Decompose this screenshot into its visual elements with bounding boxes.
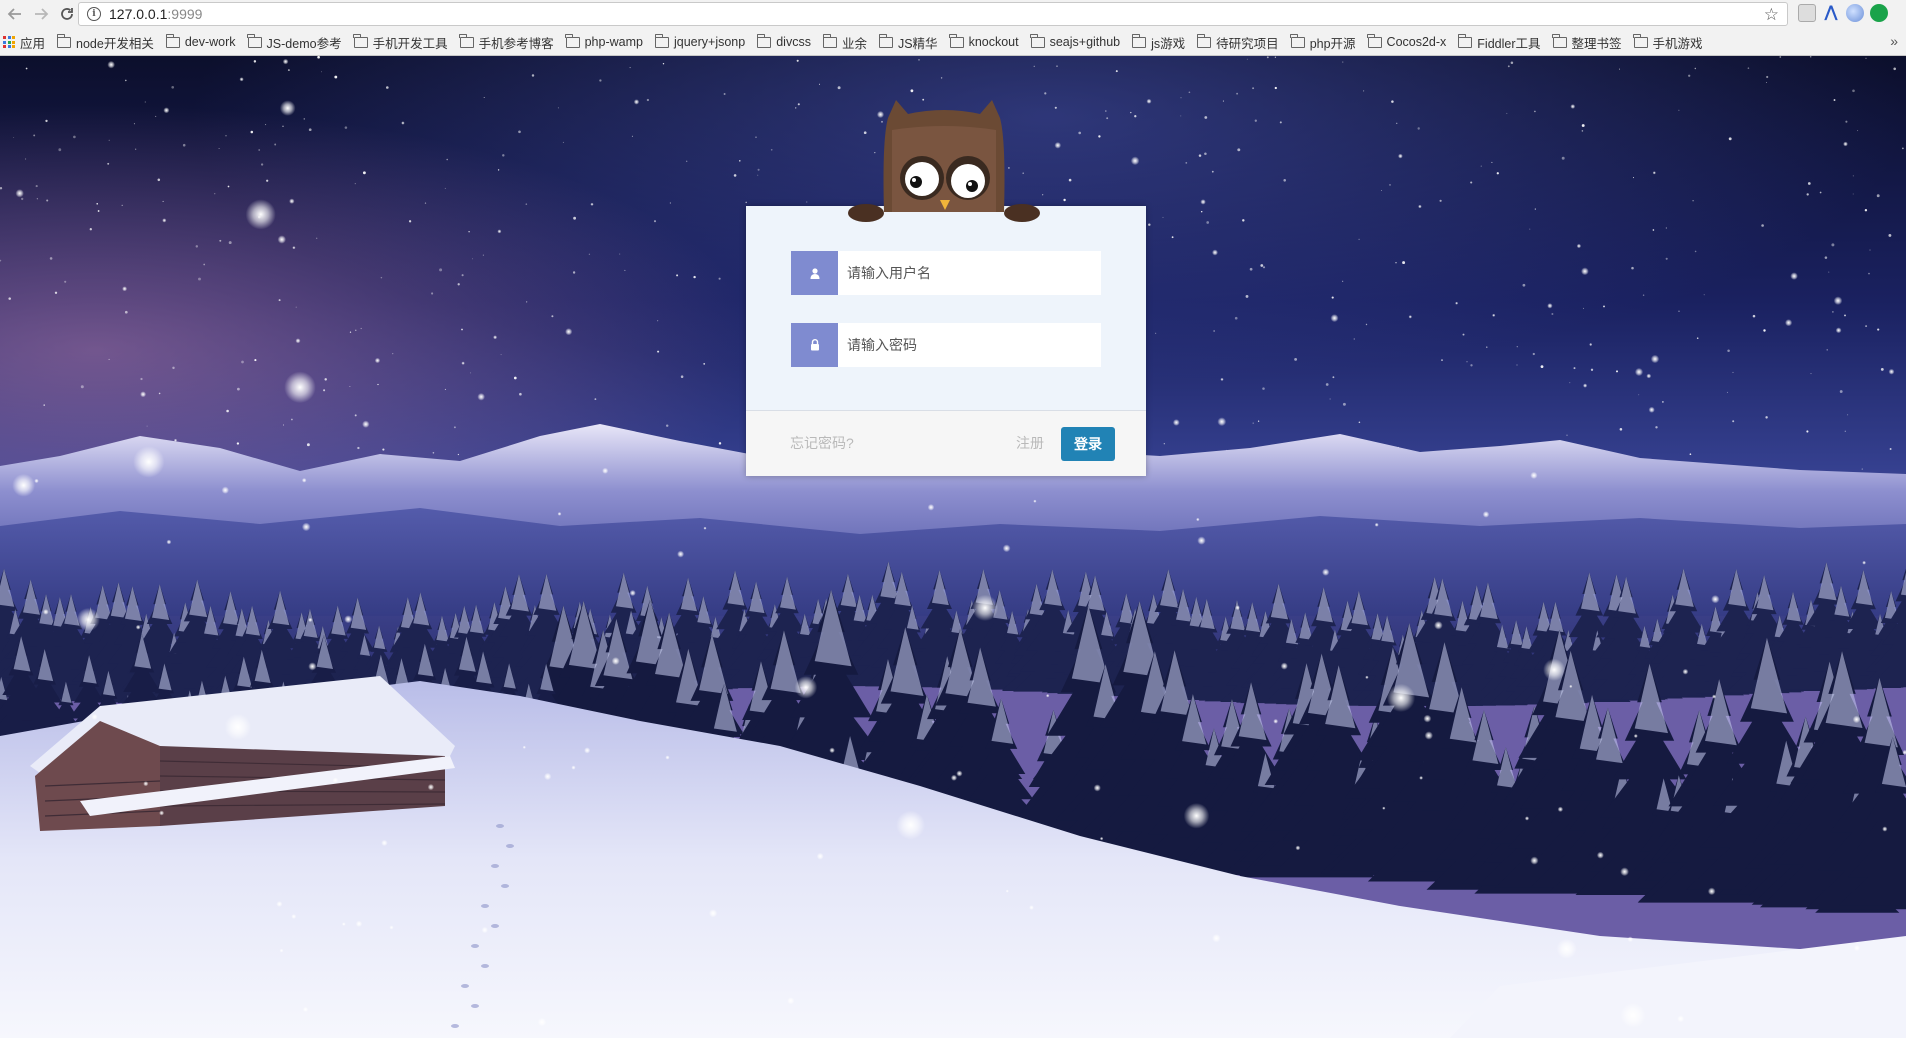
- url-port: :9999: [167, 6, 203, 22]
- folder-icon: [1131, 33, 1147, 48]
- bookmark-folder-16[interactable]: Fiddler工具: [1457, 33, 1541, 52]
- extension-page-icon[interactable]: [1798, 4, 1816, 22]
- bookmark-folder-18[interactable]: 手机游戏: [1633, 33, 1703, 52]
- browser-toolbar: i 127.0.0.1:9999 ☆ ⋀: [0, 0, 1906, 28]
- bookmarks-overflow-icon[interactable]: »: [1890, 33, 1898, 49]
- folder-icon: [1367, 33, 1382, 48]
- info-icon[interactable]: i: [87, 7, 101, 21]
- bookmark-label: JS精华: [897, 36, 938, 51]
- username-input[interactable]: [838, 251, 1101, 295]
- extension-green-icon[interactable]: [1870, 4, 1888, 22]
- apps-grid-icon: [3, 36, 15, 48]
- bookmark-folder-11[interactable]: seajs+github: [1030, 33, 1121, 52]
- folder-icon: [1290, 33, 1305, 48]
- folder-icon: [1633, 33, 1648, 48]
- lock-icon: [791, 323, 838, 367]
- bookmark-label: seajs+github: [1049, 35, 1121, 49]
- extension-lambda-icon[interactable]: ⋀: [1822, 4, 1840, 22]
- bookmark-folder-0[interactable]: node开发相关: [56, 33, 154, 52]
- bookmark-label: php开源: [1309, 36, 1356, 51]
- bookmark-label: 应用: [20, 36, 46, 51]
- folder-icon: [459, 33, 474, 48]
- folder-icon: [1552, 33, 1567, 48]
- bookmark-label: JS-demo参考: [266, 36, 342, 51]
- url-host: 127.0.0.1: [109, 6, 168, 22]
- extension-icons: ⋀: [1798, 4, 1888, 22]
- folder-icon: [654, 33, 669, 48]
- bookmark-label: node开发相关: [76, 36, 154, 51]
- bookmark-label: knockout: [968, 35, 1019, 49]
- bookmark-folder-10[interactable]: knockout: [949, 33, 1019, 52]
- bookmark-label: Cocos2d-x: [1386, 35, 1447, 49]
- bookmark-folder-9[interactable]: JS精华: [878, 33, 938, 52]
- bookmark-label: php-wamp: [584, 35, 643, 49]
- bookmark-folder-2[interactable]: JS-demo参考: [247, 33, 342, 52]
- bookmark-label: Fiddler工具: [1477, 36, 1541, 51]
- user-icon: [791, 251, 838, 295]
- bookmark-folder-3[interactable]: 手机开发工具: [353, 33, 448, 52]
- owl-mascot-icon: [848, 100, 1040, 222]
- url-text[interactable]: 127.0.0.1:9999: [109, 6, 202, 22]
- bookmark-label: 手机开发工具: [372, 36, 448, 51]
- bookmark-folder-13[interactable]: 待研究项目: [1196, 33, 1279, 52]
- password-input[interactable]: [838, 323, 1101, 367]
- bookmark-folder-1[interactable]: dev-work: [165, 33, 236, 52]
- bookmark-label: js游戏: [1151, 36, 1186, 51]
- login-footer: 忘记密码? 注册 登录: [746, 410, 1146, 476]
- bookmark-folder-6[interactable]: jquery+jsonp: [654, 33, 746, 52]
- bookmark-label: 业余: [841, 36, 867, 51]
- password-field: [791, 323, 1101, 367]
- folder-icon: [1030, 33, 1045, 48]
- folder-icon: [1196, 33, 1212, 48]
- address-bar[interactable]: i 127.0.0.1:9999 ☆: [78, 2, 1788, 26]
- bookmark-label: 整理书签: [1571, 36, 1622, 51]
- bookmark-label: dev-work: [184, 35, 236, 49]
- bookmark-folder-12[interactable]: js游戏: [1131, 33, 1186, 52]
- bookmark-label: jquery+jsonp: [673, 35, 746, 49]
- folder-icon: [822, 33, 837, 48]
- bookmark-apps[interactable]: 应用: [0, 33, 45, 52]
- bookmark-label: 手机参考博客: [478, 36, 554, 51]
- username-field: [791, 251, 1101, 295]
- bookmark-label: 待研究项目: [1216, 36, 1279, 51]
- folder-icon: [565, 33, 580, 48]
- bookmark-folder-17[interactable]: 整理书签: [1552, 33, 1622, 52]
- bookmark-folder-14[interactable]: php开源: [1290, 33, 1356, 52]
- bookmark-folder-5[interactable]: php-wamp: [565, 33, 643, 52]
- folder-icon: [247, 33, 262, 48]
- bookmark-folder-8[interactable]: 业余: [822, 33, 867, 52]
- browser-chrome: i 127.0.0.1:9999 ☆ ⋀ 应用 node开发相关 dev-work…: [0, 0, 1906, 56]
- extension-globe-icon[interactable]: [1846, 4, 1864, 22]
- register-link[interactable]: 注册: [1016, 433, 1044, 453]
- bookmark-star-icon[interactable]: ☆: [1764, 5, 1779, 25]
- folder-icon: [56, 33, 72, 48]
- folder-icon: [756, 33, 772, 48]
- reload-icon[interactable]: [56, 3, 78, 25]
- back-arrow-icon[interactable]: [4, 3, 26, 25]
- folder-icon: [165, 33, 180, 48]
- folder-icon: [353, 33, 368, 48]
- forward-arrow-icon[interactable]: [30, 3, 52, 25]
- bookmark-folder-7[interactable]: divcss: [756, 33, 811, 52]
- bookmark-label: 手机游戏: [1652, 36, 1703, 51]
- bookmark-label: divcss: [776, 35, 811, 49]
- bookmark-folder-4[interactable]: 手机参考博客: [459, 33, 554, 52]
- bookmark-folder-15[interactable]: Cocos2d-x: [1367, 33, 1447, 52]
- bookmarks-bar: 应用 node开发相关 dev-work JS-demo参考 手机开发工具 手机参考博客…: [0, 30, 1906, 54]
- login-panel: 忘记密码? 注册 登录: [746, 206, 1146, 476]
- login-button[interactable]: 登录: [1061, 427, 1115, 461]
- folder-icon: [1457, 33, 1473, 48]
- folder-icon: [878, 33, 893, 48]
- forgot-password-link[interactable]: 忘记密码?: [790, 433, 854, 453]
- folder-icon: [949, 33, 964, 48]
